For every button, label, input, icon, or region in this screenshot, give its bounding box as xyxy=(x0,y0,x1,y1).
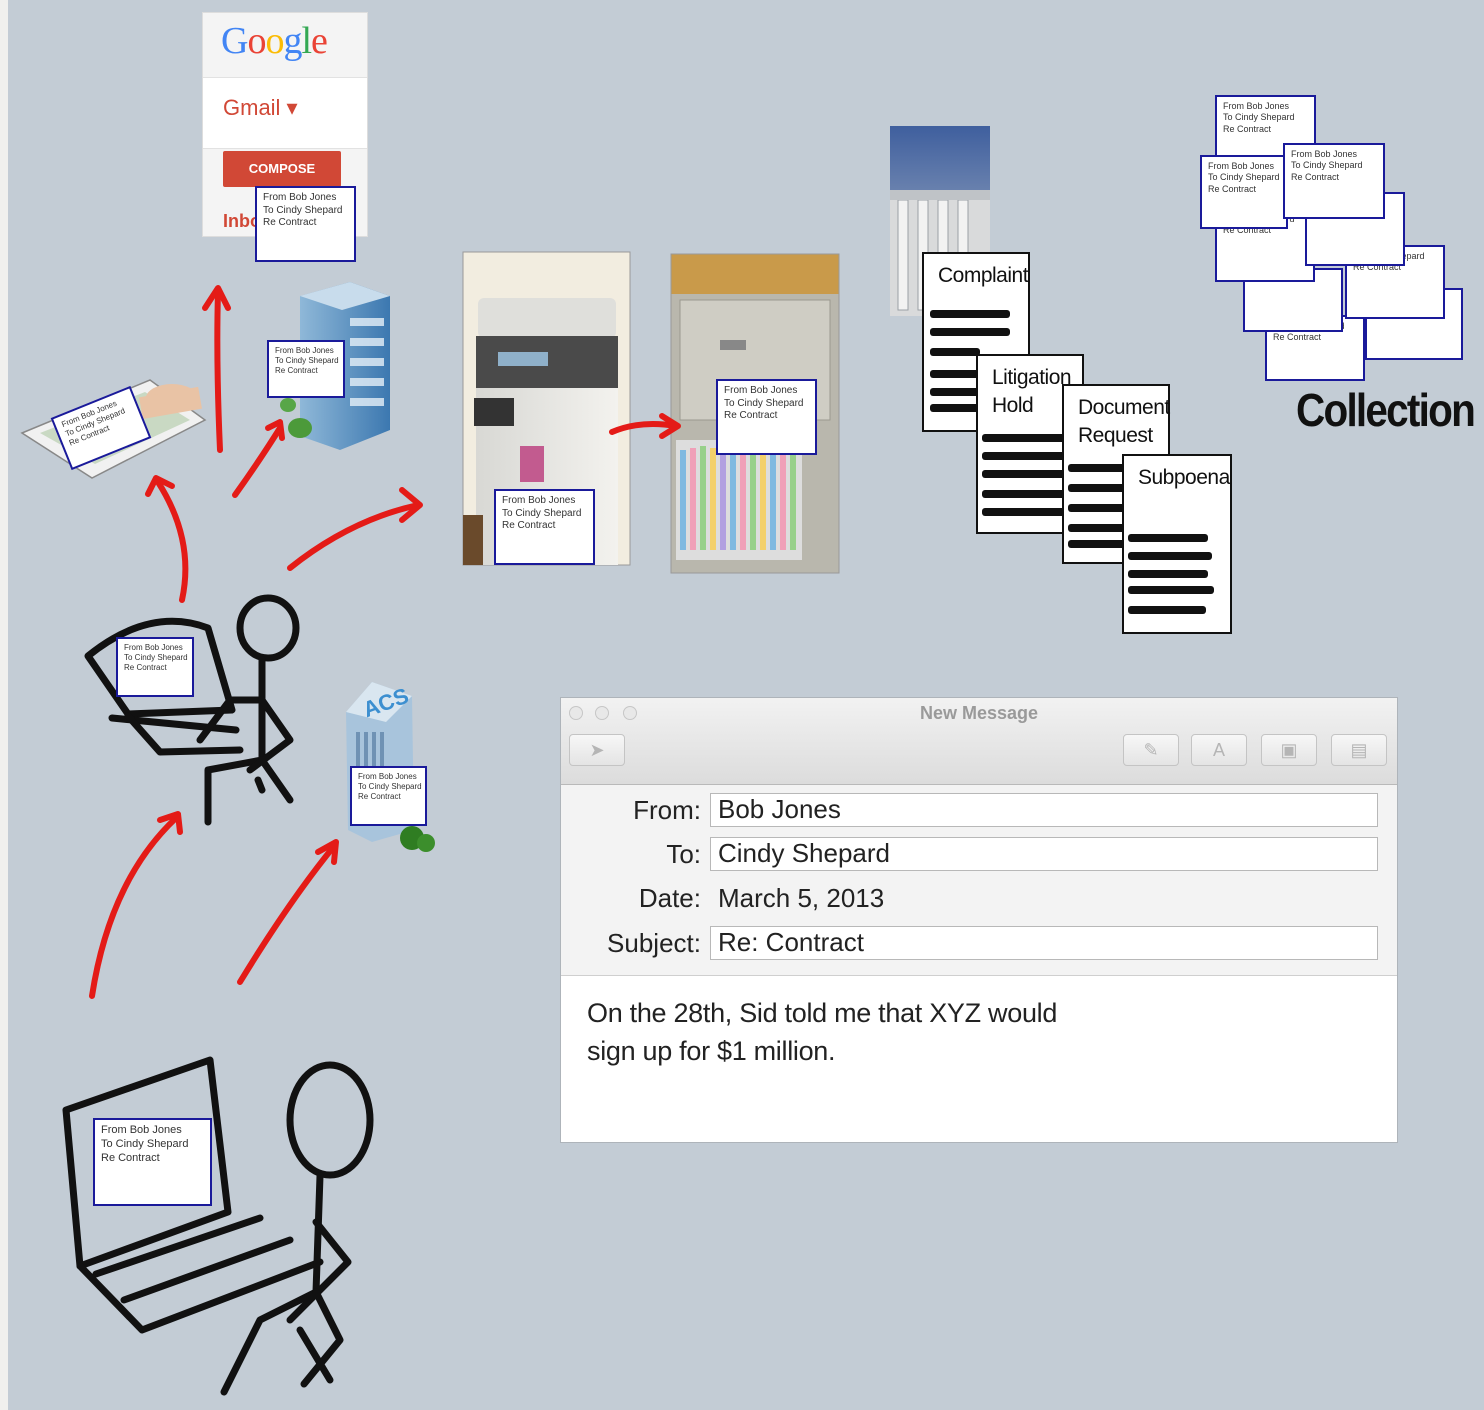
new-message-window: New Message ➤ ✎ A ▣ ▤ From: Bob Jones To… xyxy=(560,697,1398,1143)
from-label: From: xyxy=(633,795,701,825)
collection-note: From Bob Jones To Cindy Shepard Re Contrac… xyxy=(1200,155,1288,229)
collection-label: Collection xyxy=(1296,384,1476,436)
subpoena-title: Subpoena xyxy=(1138,466,1230,489)
window-titlebar: New Message ➤ ✎ A ▣ ▤ xyxy=(561,698,1397,785)
person-laptop-sketch-small xyxy=(84,594,300,826)
text-line xyxy=(1128,570,1208,578)
text-line xyxy=(1068,524,1128,532)
subject-field[interactable]: Re: Contract xyxy=(710,926,1378,960)
arrow-to-sketch xyxy=(89,815,179,999)
font-icon: A xyxy=(1212,740,1225,760)
date-label: Date: xyxy=(638,883,701,913)
text-line xyxy=(930,388,980,396)
arrow-to-gmail xyxy=(214,289,223,453)
text-line xyxy=(930,328,1010,336)
text-line xyxy=(1068,484,1128,492)
arrow-to-copier xyxy=(287,502,421,571)
collection-note: From Bob Jones To Cindy Shepard Re Contrac… xyxy=(1283,143,1385,219)
compose-button[interactable]: COMPOSE xyxy=(223,151,341,187)
file-folders xyxy=(676,440,802,560)
email-note-laptop: From Bob Jones To Cindy Shepard Re Contrac… xyxy=(93,1118,212,1206)
text-line xyxy=(1128,534,1208,542)
text-line xyxy=(982,434,1066,442)
message-body[interactable]: On the 28th, Sid told me that XYZ would … xyxy=(587,994,1147,1070)
text-line xyxy=(1068,504,1128,512)
window-title: New Message xyxy=(919,703,1039,723)
text-line xyxy=(930,404,980,412)
from-field[interactable]: Bob Jones xyxy=(710,793,1378,827)
google-logo: Google xyxy=(221,20,328,62)
send-button[interactable]: ➤ xyxy=(569,734,625,766)
text-line xyxy=(982,508,1066,516)
gmail-menu[interactable]: Gmail ▾ xyxy=(223,95,298,121)
email-note-office: From Bob Jones To Cindy Shepard Re Contrac… xyxy=(267,340,345,398)
stationery-icon: ▤ xyxy=(1350,740,1368,760)
paperclip-icon: ✎ xyxy=(1143,740,1159,760)
text-line xyxy=(930,370,980,378)
body-line: On the 28th, Sid told me that XYZ would xyxy=(587,998,1058,1028)
text-line xyxy=(982,470,1066,478)
text-line xyxy=(982,490,1066,498)
subpoena-document: Subpoena xyxy=(1122,454,1232,634)
message-header: From: Bob Jones To: Cindy Shepard Date: … xyxy=(561,785,1397,976)
arrow-to-acs xyxy=(237,842,338,985)
text-line xyxy=(982,452,1066,460)
text-line xyxy=(1128,552,1212,560)
text-line xyxy=(1068,464,1128,472)
text-line xyxy=(930,310,1010,318)
arrow-to-office xyxy=(232,425,283,498)
text-line xyxy=(1128,606,1206,614)
email-note-gmail: From Bob Jones To Cindy Shepard Re Contrac… xyxy=(255,186,356,262)
email-note-copier: From Bob Jones To Cindy Shepard Re Contrac… xyxy=(494,489,595,565)
send-icon: ➤ xyxy=(589,740,605,760)
email-note-acs: From Bob Jones To Cindy Shepard Re Contrac… xyxy=(350,766,427,826)
email-note-person: From Bob Jones To Cindy Shepard Re Contrac… xyxy=(116,637,194,697)
to-label: To: xyxy=(666,839,701,869)
litigation-hold-title: Litigation Hold xyxy=(992,366,1072,417)
text-line xyxy=(1128,586,1214,594)
email-note-cabinet: From Bob Jones To Cindy Shepard Re Contrac… xyxy=(716,379,817,455)
subject-label: Subject: xyxy=(607,928,701,958)
stationery-button[interactable]: ▤ xyxy=(1331,734,1387,766)
arrow-to-tablet xyxy=(155,479,189,603)
date-value: March 5, 2013 xyxy=(718,883,885,913)
text-line xyxy=(930,348,980,356)
photo-icon: ▣ xyxy=(1280,740,1298,760)
text-line xyxy=(1068,540,1128,548)
complaint-title: Complaint xyxy=(938,264,1029,287)
to-field[interactable]: Cindy Shepard xyxy=(710,837,1378,871)
document-request-title: Document Request xyxy=(1078,396,1170,447)
photo-browser-button[interactable]: ▣ xyxy=(1261,734,1317,766)
attach-button[interactable]: ✎ xyxy=(1123,734,1179,766)
person-laptop-sketch-large xyxy=(62,1056,374,1396)
body-line: sign up for $1 million. xyxy=(587,1036,836,1066)
format-button[interactable]: A xyxy=(1191,734,1247,766)
